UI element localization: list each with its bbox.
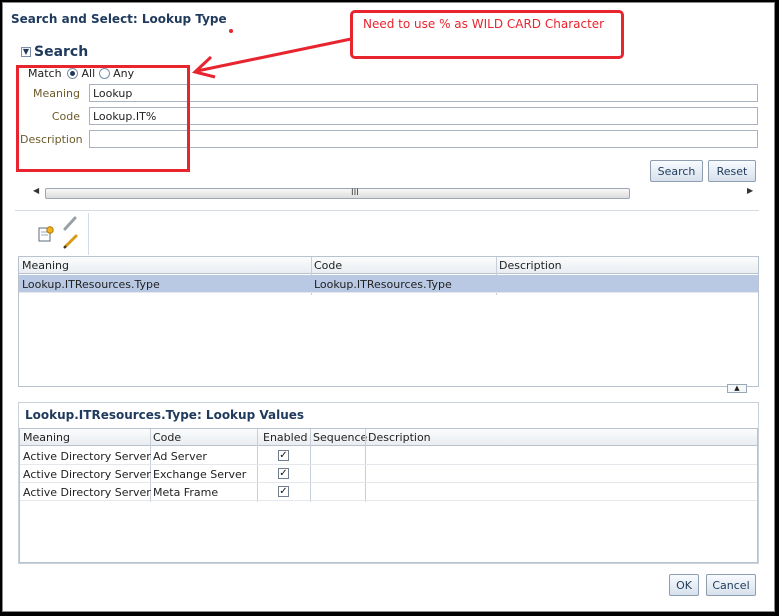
reset-button[interactable]: Reset <box>708 160 756 182</box>
row-code: Ad Server <box>153 450 207 463</box>
annotation-arrow-icon <box>191 37 352 79</box>
enabled-checkbox[interactable]: ✓ <box>278 486 289 497</box>
col-sequence[interactable]: Sequence <box>313 431 367 444</box>
new-record-icon[interactable] <box>37 225 55 246</box>
col-code[interactable]: Code <box>153 431 181 444</box>
col-meaning[interactable]: Meaning <box>22 259 69 272</box>
row-meaning: Lookup.ITResources.Type <box>22 278 160 291</box>
enabled-checkbox[interactable]: ✓ <box>278 450 289 461</box>
search-button[interactable]: Search <box>650 160 703 182</box>
table-row[interactable]: Active Directory Server Exchange Server … <box>20 465 757 483</box>
dialog-title: Search and Select: Lookup Type <box>11 12 227 26</box>
search-heading: Search <box>34 44 89 60</box>
search-section-header[interactable]: ▼ Search <box>21 44 88 60</box>
ok-button[interactable]: OK <box>669 574 699 596</box>
col-description[interactable]: Description <box>499 259 562 272</box>
results-toolbar <box>31 213 89 255</box>
row-meaning: Active Directory Server <box>23 468 151 481</box>
pencil-edit-icon[interactable] <box>61 215 81 254</box>
col-meaning[interactable]: Meaning <box>23 431 70 444</box>
col-code[interactable]: Code <box>314 259 342 272</box>
chevron-down-icon[interactable]: ▼ <box>21 47 31 57</box>
row-meaning: Active Directory Server <box>23 486 151 499</box>
annotation-text: Need to use % as WILD CARD Character <box>363 17 605 31</box>
scroll-left-icon[interactable]: ◀ <box>33 186 39 195</box>
annotation-highlight-box <box>16 65 190 172</box>
results-table: Meaning Code Description Lookup.ITResour… <box>18 256 759 387</box>
lookup-values-title: Lookup.ITResources.Type: Lookup Values <box>25 408 305 422</box>
row-code: Lookup.ITResources.Type <box>314 278 452 291</box>
table-row[interactable]: Active Directory Server Ad Server ✓ <box>20 447 757 465</box>
table-row[interactable]: Lookup.ITResources.Type Lookup.ITResourc… <box>19 275 758 293</box>
table-row[interactable]: Active Directory Server Meta Frame ✓ <box>20 483 757 501</box>
collapse-arrow-icon[interactable]: ▲ <box>727 384 747 393</box>
lookup-dialog: Search and Select: Lookup Type ▼ Search M… <box>2 2 775 612</box>
cancel-button[interactable]: Cancel <box>706 574 756 596</box>
divider <box>15 210 759 211</box>
col-description[interactable]: Description <box>368 431 431 444</box>
lookup-values-header: Meaning Code Enabled Sequence Descriptio… <box>20 429 757 446</box>
horizontal-scrollbar[interactable]: ◀ III ▶ <box>31 185 759 200</box>
lookup-values-table: Meaning Code Enabled Sequence Descriptio… <box>19 428 758 563</box>
scroll-track[interactable]: III <box>45 188 630 199</box>
row-code: Exchange Server <box>153 468 247 481</box>
scroll-right-icon[interactable]: ▶ <box>747 186 753 195</box>
results-header: Meaning Code Description <box>19 257 758 274</box>
row-code: Meta Frame <box>153 486 219 499</box>
row-meaning: Active Directory Server <box>23 450 151 463</box>
scroll-grip[interactable]: III <box>351 188 359 198</box>
enabled-checkbox[interactable]: ✓ <box>278 468 289 479</box>
col-enabled[interactable]: Enabled <box>263 431 307 444</box>
